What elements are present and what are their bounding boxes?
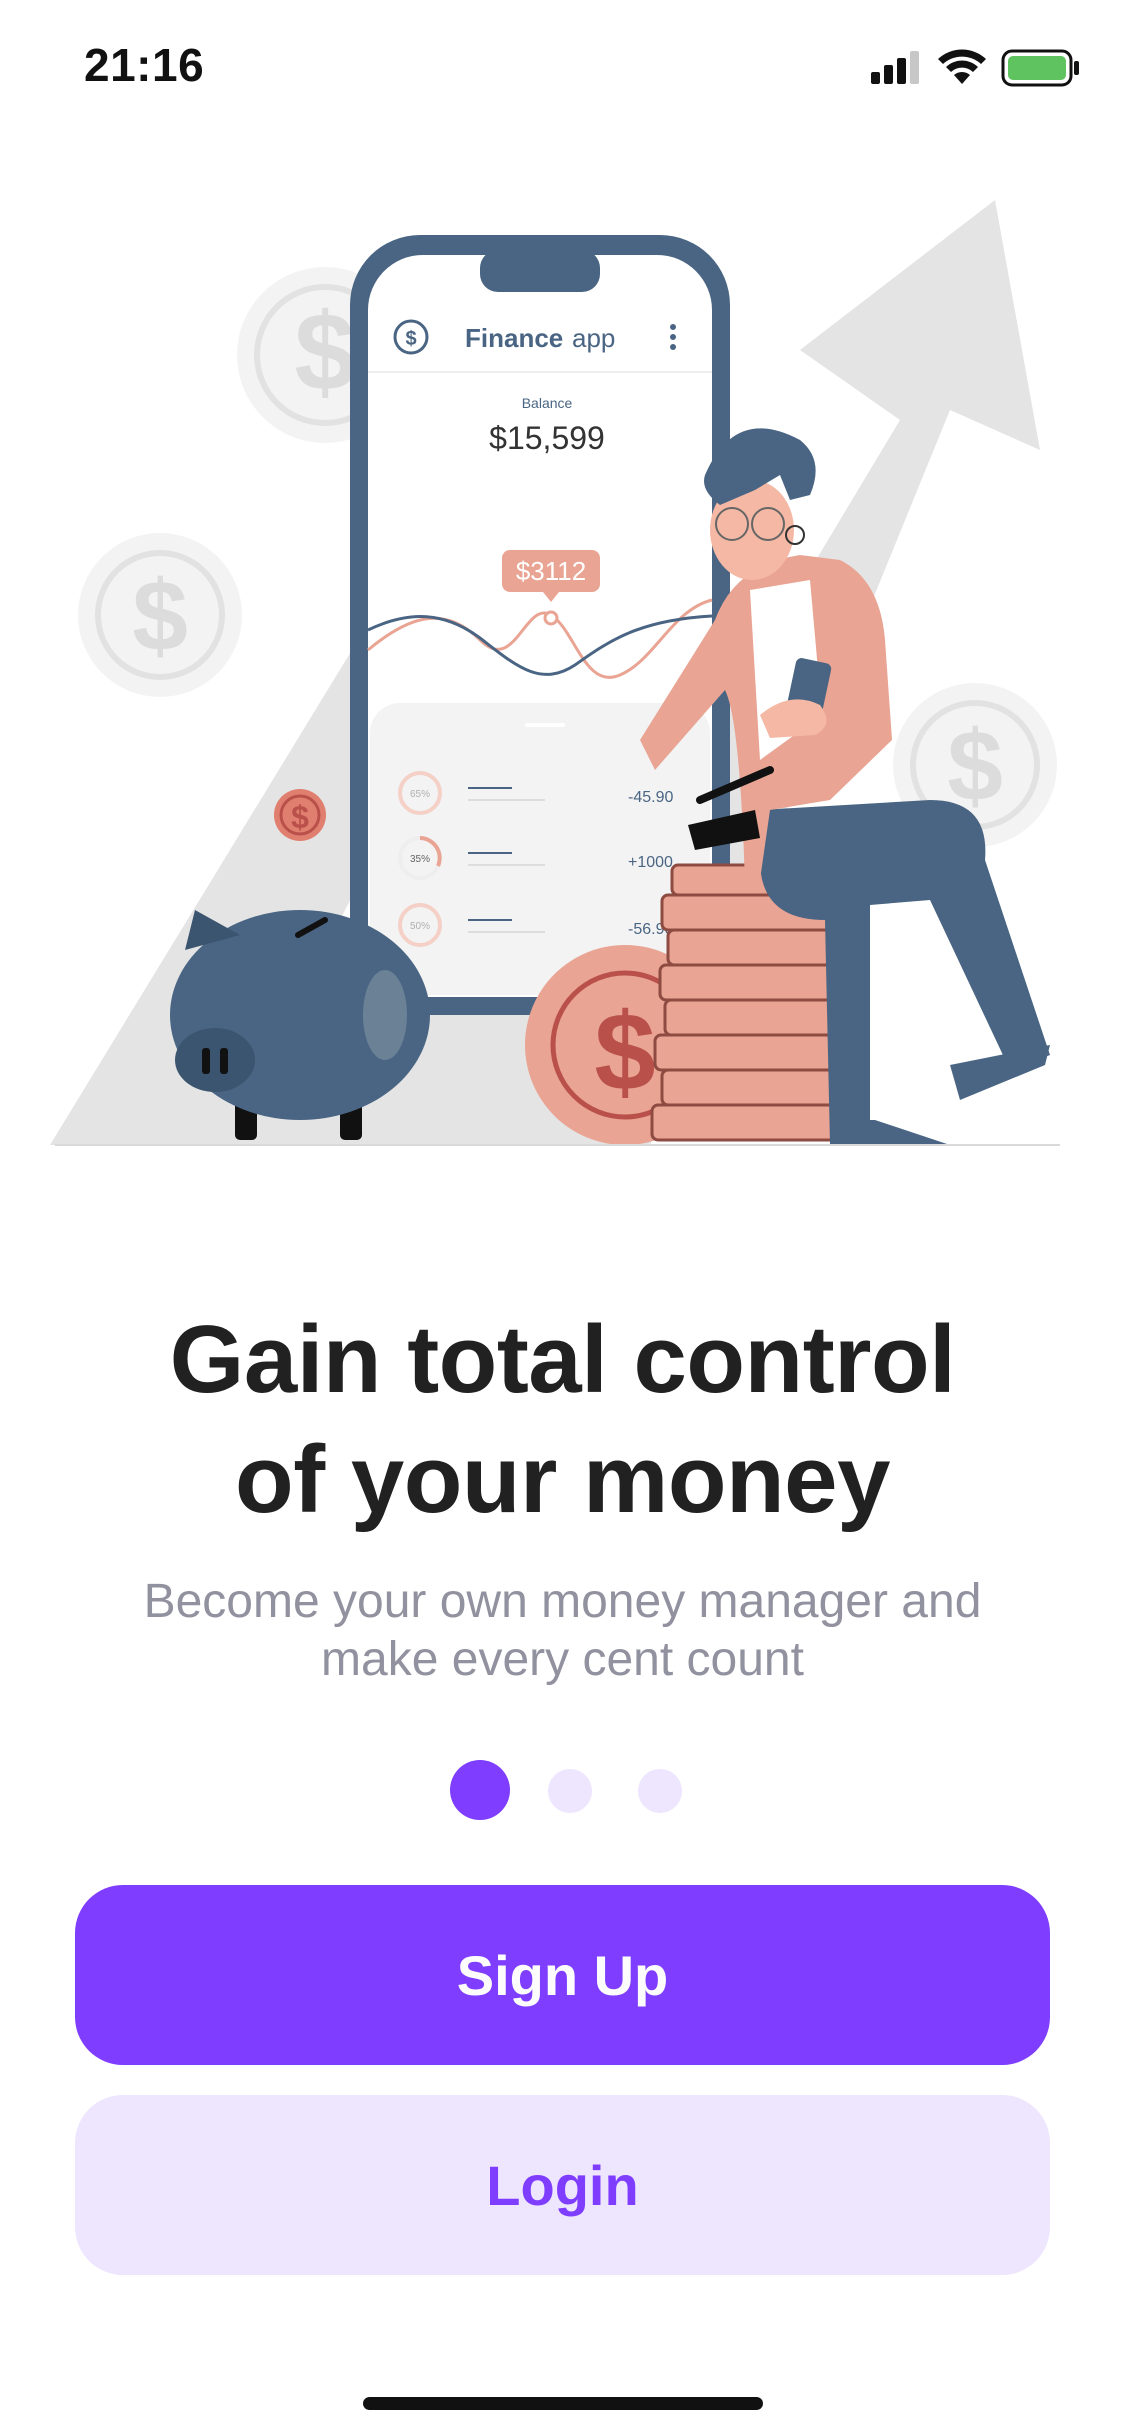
transaction-percent: 35% [410,854,430,865]
balance-label: Balance [522,395,573,411]
transaction-amount: +1000 [628,854,673,871]
status-bar: 21:16 [0,0,1125,140]
subtext-line: make every cent count [321,1633,804,1686]
svg-text:$: $ [294,291,355,414]
headline-line: Gain total control [169,1306,956,1413]
status-icons [871,49,1079,87]
battery-icon [1001,49,1079,87]
chart-tooltip: $3112 [516,556,586,586]
sign-up-button[interactable]: Sign Up [75,1885,1050,2065]
svg-text:$: $ [291,799,309,835]
coin-icon: $ [274,789,326,841]
page-dot[interactable] [638,1769,682,1813]
svg-text:$: $ [594,991,655,1114]
transaction-percent: 50% [410,921,430,932]
page-dot-active[interactable] [450,1760,510,1820]
phone-title-suffix: app [572,323,615,353]
hero-illustration: $ $ $ $ $ Finance app Balance $15,599 $3… [50,200,1060,1146]
svg-text:$: $ [132,560,188,672]
balance-value: $15,599 [489,420,605,456]
transaction-amount: -45.90 [628,789,673,806]
login-button[interactable]: Login [75,2095,1050,2275]
status-time: 21:16 [84,39,205,91]
coin-icon: $ [78,533,242,697]
subtext-line: Become your own money manager and [143,1575,982,1628]
transaction-percent: 65% [410,789,430,800]
svg-text:$: $ [405,328,416,350]
onboarding-headline: Gain total control of your money [60,1300,1065,1540]
page-indicator [450,1760,690,1820]
phone-title: Finance [465,323,563,353]
cellular-signal-icon [871,51,919,84]
headline-line: of your money [235,1426,890,1533]
wifi-icon [938,49,986,84]
onboarding-subtext: Become your own money manager and make e… [80,1573,1045,1689]
home-indicator[interactable] [363,2397,763,2410]
page-dot[interactable] [548,1769,592,1813]
